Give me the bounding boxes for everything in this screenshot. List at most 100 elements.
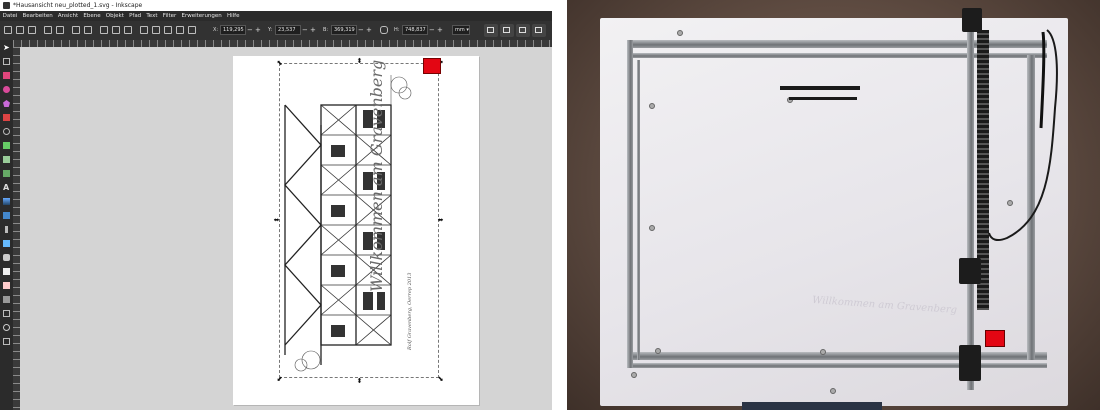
lock-ratio-icon[interactable] xyxy=(380,26,388,34)
chevron-down-icon: ▾ xyxy=(464,27,469,33)
bottom-stepper-motor xyxy=(959,345,981,381)
vertical-ruler[interactable] xyxy=(13,47,20,410)
align-right-icon[interactable] xyxy=(164,26,172,34)
move-gradients-icon xyxy=(519,27,526,33)
raise-to-top-icon[interactable] xyxy=(100,26,108,34)
width-increment[interactable]: + xyxy=(366,26,372,34)
mount-screw xyxy=(631,372,637,378)
selector-tool-icon[interactable]: ➤ xyxy=(3,44,10,52)
resize-handle-bottom-right[interactable]: ⬊ xyxy=(437,376,444,383)
x-decrement[interactable]: − xyxy=(247,26,253,34)
width-label: B: xyxy=(323,27,329,33)
pen-position-marker xyxy=(423,58,441,74)
raise-icon[interactable] xyxy=(112,26,120,34)
mount-screw xyxy=(649,103,655,109)
dropper-tool-icon[interactable] xyxy=(5,226,8,233)
x-label: X: xyxy=(213,27,219,33)
resize-handle-left[interactable]: ⬌ xyxy=(273,217,280,224)
deselect-icon[interactable] xyxy=(28,26,36,34)
pencil-tool-icon[interactable] xyxy=(3,156,10,163)
window-title: *Hausansicht neu_plotted_1.svg - Inkscap… xyxy=(13,2,143,9)
scale-radii-button[interactable] xyxy=(500,24,514,37)
resize-handle-top[interactable]: ⬍ xyxy=(356,58,363,65)
y-field[interactable]: 23,537 xyxy=(275,25,301,35)
resize-handle-top-left[interactable]: ⬉ xyxy=(276,60,283,67)
tweak-tool-icon[interactable] xyxy=(3,254,10,261)
menu-pfad[interactable]: Pfad xyxy=(126,13,143,19)
width-field[interactable]: 369,319 xyxy=(331,25,357,35)
menu-bar: Datei Bearbeiten Ansicht Ebene Objekt Pfad Tex… xyxy=(0,11,552,21)
resize-handle-bottom-left[interactable]: ⬋ xyxy=(276,376,283,383)
x-field[interactable]: 119,295 xyxy=(220,25,246,35)
mount-screw xyxy=(830,388,836,394)
eraser-tool-icon[interactable] xyxy=(3,282,10,289)
pen-position-marker xyxy=(985,330,1005,347)
distribute-icon[interactable] xyxy=(176,26,184,34)
text-tool-icon[interactable]: A xyxy=(3,184,10,192)
mount-screw xyxy=(649,225,655,231)
menu-objekt[interactable]: Objekt xyxy=(103,13,126,19)
width-decrement[interactable]: − xyxy=(358,26,364,34)
menu-datei[interactable]: Datei xyxy=(0,13,20,19)
mount-screw xyxy=(1007,200,1013,206)
flip-horizontal-icon[interactable] xyxy=(72,26,80,34)
move-gradients-button[interactable] xyxy=(516,24,530,37)
title-bar: *Hausansicht neu_plotted_1.svg - Inkscap… xyxy=(0,0,552,11)
x-increment[interactable]: + xyxy=(255,26,261,34)
ellipse-tool-icon[interactable] xyxy=(3,86,10,93)
y-increment[interactable]: + xyxy=(310,26,316,34)
3d-box-tool-icon[interactable] xyxy=(3,114,10,121)
menu-ansicht[interactable]: Ansicht xyxy=(55,13,81,19)
node-tool-icon[interactable] xyxy=(3,58,10,65)
zoom-tool-icon[interactable] xyxy=(3,324,10,331)
star-tool-icon[interactable] xyxy=(3,100,10,107)
monitor-edge xyxy=(742,402,882,410)
height-field[interactable]: 748,837 xyxy=(402,25,428,35)
menu-filter[interactable]: Filter xyxy=(160,13,179,19)
menu-ebene[interactable]: Ebene xyxy=(81,13,103,19)
gantry-rail xyxy=(967,20,974,390)
connector-tool-icon[interactable] xyxy=(3,296,10,303)
select-all-icon[interactable] xyxy=(4,26,12,34)
measure-tool-icon[interactable] xyxy=(3,310,10,317)
menu-text[interactable]: Text xyxy=(144,13,160,19)
lower-icon[interactable] xyxy=(124,26,132,34)
mesh-tool-icon[interactable] xyxy=(3,212,10,219)
top-stepper-motor xyxy=(962,8,982,32)
move-patterns-button[interactable] xyxy=(532,24,546,37)
menu-hilfe[interactable]: Hilfe xyxy=(224,13,242,19)
mount-screw xyxy=(655,348,661,354)
resize-handle-right[interactable]: ⬌ xyxy=(437,217,444,224)
gradient-tool-icon[interactable] xyxy=(3,198,10,205)
align-left-icon[interactable] xyxy=(140,26,148,34)
plotted-line-1 xyxy=(780,86,860,90)
scale-radii-icon xyxy=(503,27,510,33)
mount-screw xyxy=(820,349,826,355)
paint-bucket-tool-icon[interactable] xyxy=(3,240,10,247)
align-center-icon[interactable] xyxy=(152,26,160,34)
bottom-rail-secondary xyxy=(627,363,1047,368)
bottom-rail xyxy=(627,352,1047,360)
menu-erweiterungen[interactable]: Erweiterungen xyxy=(179,13,224,19)
calligraphy-tool-icon[interactable] xyxy=(3,170,10,177)
height-increment[interactable]: + xyxy=(437,26,443,34)
unit-select[interactable]: mm ▾ xyxy=(452,25,470,35)
pages-tool-icon[interactable] xyxy=(3,338,10,345)
select-all-layers-icon[interactable] xyxy=(16,26,24,34)
resize-handle-bottom[interactable]: ⬍ xyxy=(356,378,363,385)
rotate-ccw-icon[interactable] xyxy=(44,26,52,34)
height-decrement[interactable]: − xyxy=(429,26,435,34)
y-label: Y: xyxy=(268,27,273,33)
horizontal-ruler[interactable] xyxy=(13,40,552,47)
y-decrement[interactable]: − xyxy=(302,26,308,34)
lower-to-bottom-icon[interactable] xyxy=(188,26,196,34)
flip-vertical-icon[interactable] xyxy=(84,26,92,34)
spiral-tool-icon[interactable] xyxy=(3,128,10,135)
left-rail-rod xyxy=(637,60,640,360)
spray-tool-icon[interactable] xyxy=(3,268,10,275)
pen-tool-icon[interactable] xyxy=(3,142,10,149)
rectangle-tool-icon[interactable] xyxy=(3,72,10,79)
menu-bearbeiten[interactable]: Bearbeiten xyxy=(20,13,55,19)
scale-stroke-button[interactable] xyxy=(484,24,498,37)
rotate-cw-icon[interactable] xyxy=(56,26,64,34)
